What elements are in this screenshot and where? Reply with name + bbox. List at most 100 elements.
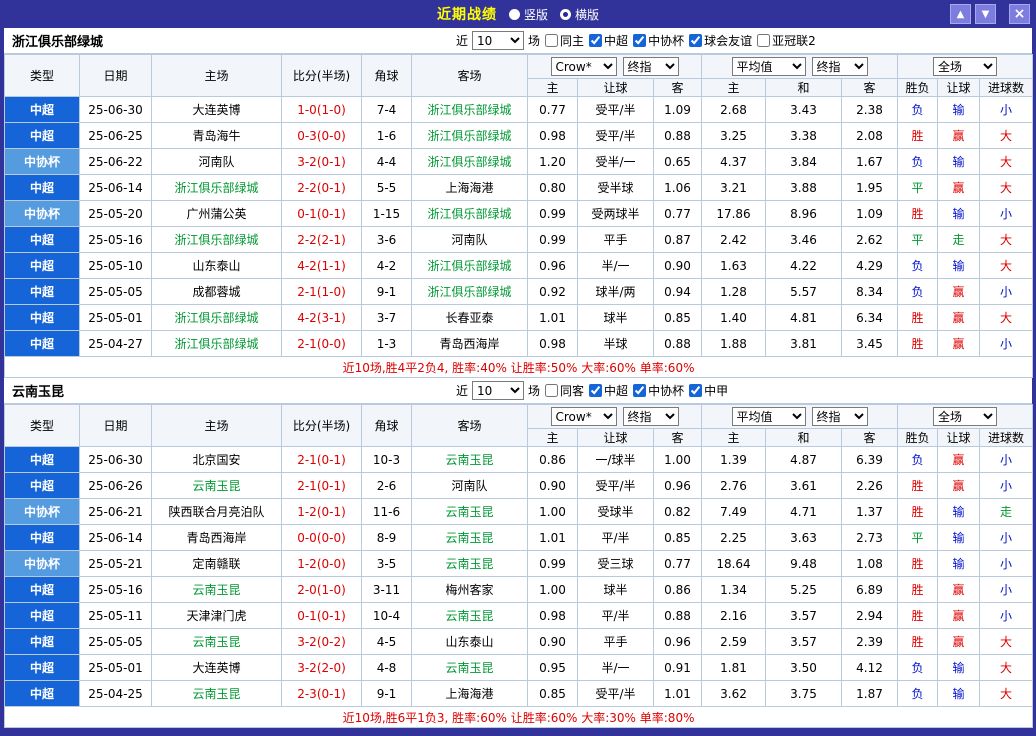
avg-away-cell: 2.94 <box>840 602 899 629</box>
league-cell: 中超 <box>4 628 80 655</box>
avg-draw-cell: 3.75 <box>765 680 842 707</box>
match-row: 中超 25-05-01 浙江俱乐部绿城 4-2(3-1) 3-7 长春亚泰 1.01 球半 0.… <box>4 304 1034 331</box>
filter-label: 中协杯 <box>648 34 685 48</box>
handicap-cell: 半/一 <box>577 654 654 681</box>
final-index-select-2[interactable]: 终指 <box>811 407 868 426</box>
result-cell: 胜 <box>897 304 939 331</box>
filter-option[interactable]: 中超 <box>589 32 628 49</box>
home-team-cell: 广州蒲公英 <box>151 200 282 227</box>
result-cell: 平 <box>897 174 939 201</box>
handicap-cell: 受平/半 <box>577 122 654 149</box>
filter-checkbox[interactable] <box>689 384 703 397</box>
filter-checkbox[interactable] <box>633 384 647 397</box>
avg-away-cell: 6.89 <box>840 576 899 603</box>
handicap-result-cell: 赢 <box>937 446 981 473</box>
avg-home-cell: 3.62 <box>701 680 766 707</box>
handicap-result-cell: 赢 <box>937 472 981 499</box>
filter-option[interactable]: 中协杯 <box>633 382 684 399</box>
average-select[interactable]: 平均值 <box>731 407 806 426</box>
col-header-date: 日期 <box>79 54 152 97</box>
filter-checkbox[interactable] <box>757 34 771 47</box>
filter-option[interactable]: 同客 <box>545 382 584 399</box>
handicap-result-cell: 输 <box>937 680 981 707</box>
recent-count-select[interactable]: 10 <box>472 381 525 400</box>
scroll-up-button[interactable]: ▲ <box>950 4 971 24</box>
handicap-result-cell: 赢 <box>937 174 981 201</box>
final-index-select[interactable]: 终指 <box>622 407 679 426</box>
filter-checkbox[interactable] <box>589 384 603 397</box>
filter-option[interactable]: 球会友谊 <box>689 32 752 49</box>
scope-select[interactable]: 全场 <box>933 57 998 76</box>
avg-home-cell: 2.25 <box>701 524 766 551</box>
recent-count-select[interactable]: 10 <box>472 31 525 50</box>
date-cell: 25-05-10 <box>79 252 152 279</box>
result-cell: 负 <box>897 252 939 279</box>
league-cell: 中超 <box>4 472 80 499</box>
league-cell: 中超 <box>4 576 80 603</box>
avg-away-cell: 2.39 <box>840 628 899 655</box>
league-cell: 中超 <box>4 174 80 201</box>
recent-results-panel: 近期战绩 竖版 横版 ▲ ▼ × 浙江俱乐部绿城 近 10 场 同主 中超 中协杯球… <box>0 0 1036 736</box>
avg-away-cell: 1.95 <box>840 174 899 201</box>
up-arrow-icon: ▲ <box>956 8 965 20</box>
filter-option[interactable]: 中甲 <box>689 382 728 399</box>
layout-option-vertical-label: 竖版 <box>523 7 548 22</box>
scroll-down-button[interactable]: ▼ <box>975 4 996 24</box>
col-header-corner: 角球 <box>361 404 412 447</box>
handicap-cell: 平手 <box>577 226 654 253</box>
result-cell: 负 <box>897 278 939 305</box>
avg-home-cell: 2.68 <box>701 96 766 123</box>
avg-home-cell: 1.81 <box>701 654 766 681</box>
filter-label: 同客 <box>560 384 585 398</box>
avg-draw-cell: 3.43 <box>765 96 842 123</box>
avg-home-cell: 2.59 <box>701 628 766 655</box>
filter-checkbox[interactable] <box>545 384 559 397</box>
corner-cell: 4-4 <box>361 148 412 175</box>
goals-result-cell: 小 <box>979 278 1034 305</box>
filter-option[interactable]: 同主 <box>545 32 584 49</box>
odds-home-cell: 0.99 <box>527 550 578 577</box>
scope-select[interactable]: 全场 <box>933 407 998 426</box>
result-cell: 平 <box>897 226 939 253</box>
final-index-select[interactable]: 终指 <box>622 57 679 76</box>
handicap-result-cell: 赢 <box>937 278 981 305</box>
result-cell: 胜 <box>897 576 939 603</box>
filter-checkbox[interactable] <box>545 34 559 47</box>
company-select[interactable]: Crow* <box>550 407 617 426</box>
layout-option-vertical[interactable]: 竖版 <box>508 6 548 23</box>
company-select[interactable]: Crow* <box>550 57 617 76</box>
odds-home-cell: 0.80 <box>527 174 578 201</box>
subcol-handicap-result: 让球 <box>937 428 981 447</box>
home-team-cell: 浙江俱乐部绿城 <box>151 330 282 357</box>
filter-option[interactable]: 中协杯 <box>633 32 684 49</box>
radio-vertical-icon[interactable] <box>508 8 520 20</box>
filter-checkbox[interactable] <box>633 34 647 47</box>
away-team-cell: 浙江俱乐部绿城 <box>411 278 528 305</box>
score-cell: 0-1(0-1) <box>281 200 362 227</box>
filter-option[interactable]: 亚冠联2 <box>757 32 816 49</box>
average-select[interactable]: 平均值 <box>731 57 806 76</box>
close-button[interactable]: × <box>1009 4 1030 24</box>
odds-home-cell: 1.01 <box>527 304 578 331</box>
filter-option[interactable]: 中超 <box>589 382 628 399</box>
final-index-select-2[interactable]: 终指 <box>811 57 868 76</box>
match-row: 中超 25-05-11 天津津门虎 0-1(0-1) 10-4 云南玉昆 0.98 平/半 0.… <box>4 602 1034 629</box>
avg-home-cell: 2.76 <box>701 472 766 499</box>
layout-option-horizontal[interactable]: 横版 <box>560 6 599 23</box>
filter-checkbox[interactable] <box>689 34 703 47</box>
home-team-cell: 陕西联合月亮泊队 <box>151 498 282 525</box>
corner-cell: 3-6 <box>361 226 412 253</box>
odds-home-cell: 1.20 <box>527 148 578 175</box>
avg-draw-cell: 3.88 <box>765 174 842 201</box>
goals-result-cell: 小 <box>979 472 1034 499</box>
fulltime-header: 全场 <box>897 404 1034 429</box>
date-cell: 25-05-05 <box>79 628 152 655</box>
filter-checkbox[interactable] <box>589 34 603 47</box>
match-row: 中超 25-06-26 云南玉昆 2-1(0-1) 2-6 河南队 0.90 受平/半 0.96… <box>4 472 1034 499</box>
score-cell: 3-2(2-0) <box>281 654 362 681</box>
radio-horizontal-icon[interactable] <box>560 8 571 20</box>
score-cell: 2-1(0-1) <box>281 472 362 499</box>
avg-draw-cell: 5.57 <box>765 278 842 305</box>
subcol-result: 胜负 <box>897 428 939 447</box>
away-team-cell: 云南玉昆 <box>411 498 528 525</box>
